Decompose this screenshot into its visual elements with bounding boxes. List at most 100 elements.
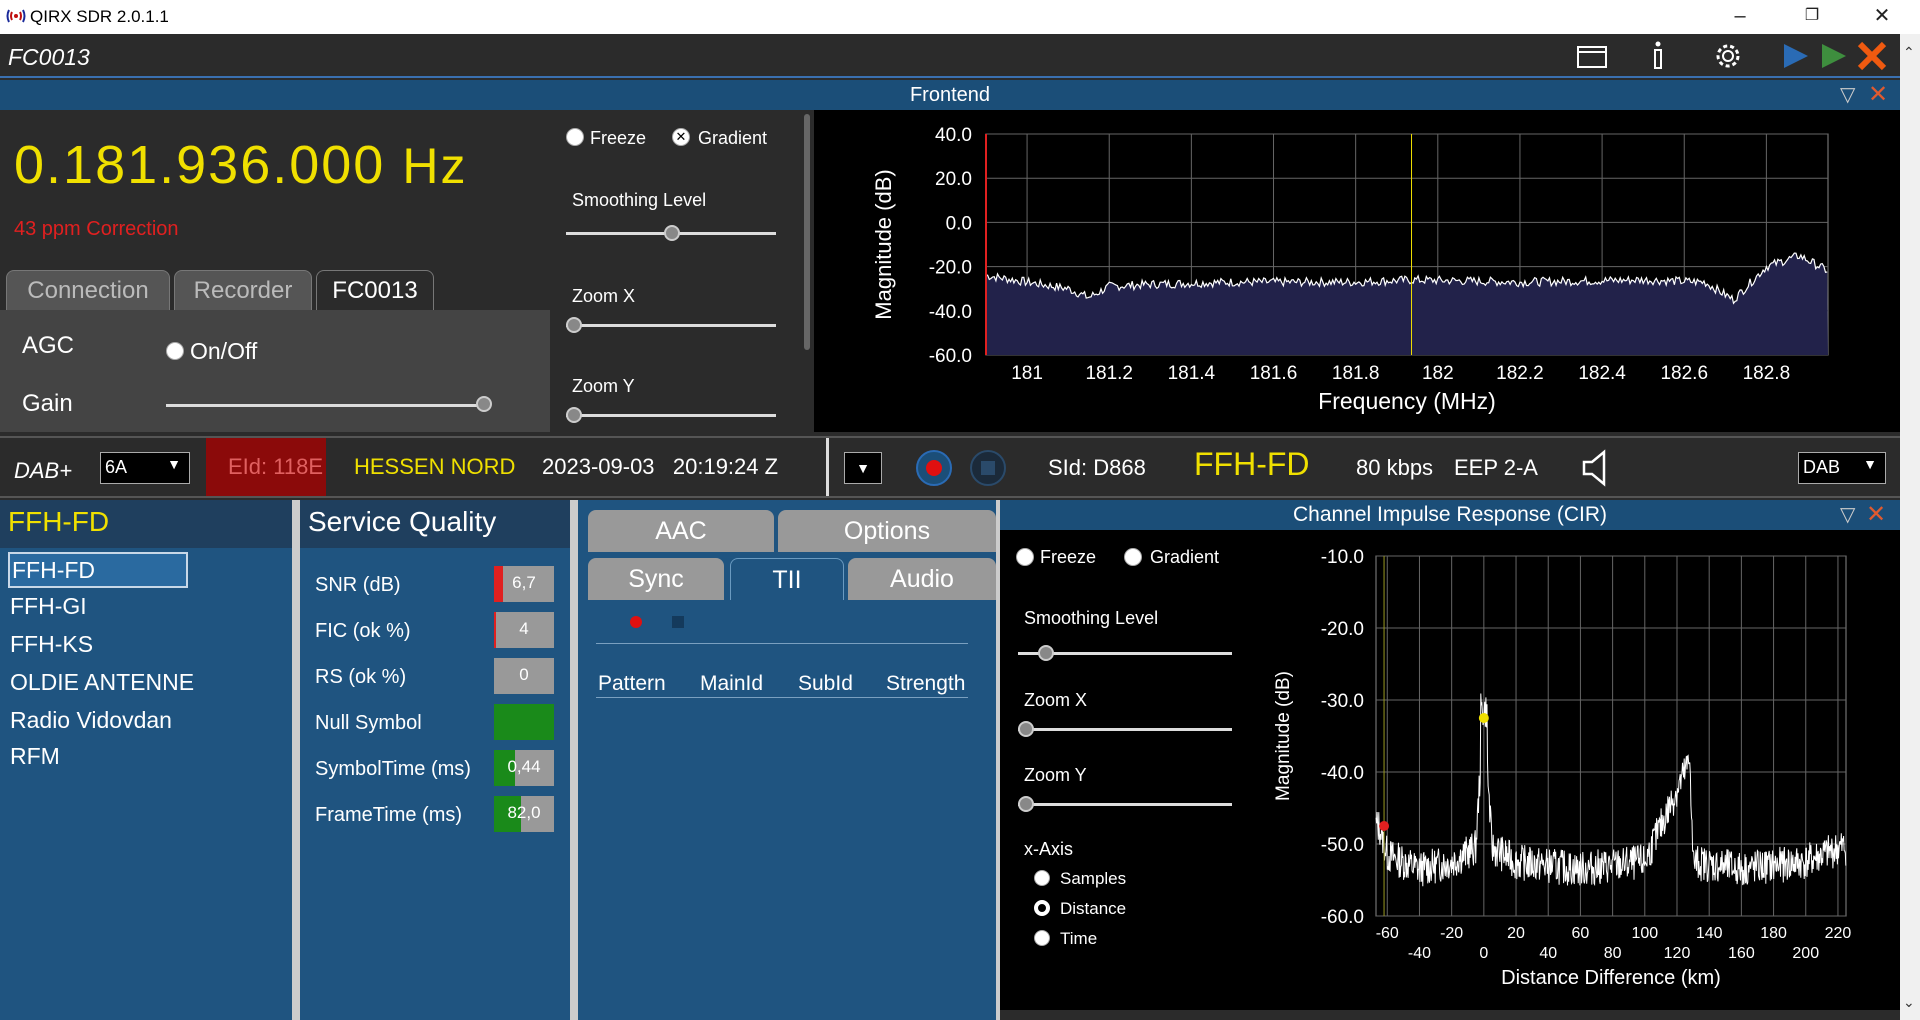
play-green-icon[interactable] xyxy=(1814,38,1854,74)
mode-select[interactable]: DAB ▼ xyxy=(1798,452,1886,484)
service-name: FFH-FD xyxy=(1194,446,1310,482)
stop-orange-icon[interactable] xyxy=(1852,38,1892,74)
minimize-icon[interactable]: – xyxy=(1710,0,1770,34)
tab-fc0013[interactable]: FC0013 xyxy=(316,270,434,310)
tab-connection[interactable]: Connection xyxy=(6,270,170,310)
splitter[interactable] xyxy=(292,500,300,1020)
freeze-radio[interactable] xyxy=(566,128,584,146)
cir-zoom-y-label: Zoom Y xyxy=(1024,765,1087,785)
scroll-up-icon[interactable]: ⌃ xyxy=(1903,44,1915,61)
service-item[interactable]: OLDIE ANTENNE xyxy=(8,666,288,702)
window-title: QIRX SDR 2.0.1.1 xyxy=(30,7,169,26)
window-layout-icon[interactable] xyxy=(1572,38,1612,74)
column-strength[interactable]: Strength xyxy=(886,672,965,696)
zoom-x-slider[interactable] xyxy=(566,324,776,327)
frequency-panel: 0.181.936.000 Hz 43 ppm Correction Conne… xyxy=(0,110,550,432)
service-item[interactable]: Radio Vidovdan xyxy=(8,704,288,740)
quality-value: 82,0 xyxy=(507,803,541,822)
gradient-checkbox[interactable]: ✕ xyxy=(672,128,690,146)
tab-sync[interactable]: Sync xyxy=(588,558,724,600)
frontend-title: Frontend xyxy=(909,84,991,106)
agc-onoff-label: On/Off xyxy=(190,338,258,364)
quality-value: 0 xyxy=(519,665,529,684)
collapse-icon[interactable]: ▽ xyxy=(1840,82,1855,107)
tab-recorder[interactable]: Recorder xyxy=(174,270,312,310)
cir-zoom-y-slider[interactable] xyxy=(1018,803,1232,806)
splitter[interactable] xyxy=(570,500,578,1020)
service-item[interactable]: RFM xyxy=(8,740,188,776)
y-axis-label: Magnitude (dB) xyxy=(1273,671,1294,801)
column-pattern[interactable]: Pattern xyxy=(598,672,666,696)
smoothing-slider-thumb[interactable] xyxy=(664,225,680,241)
tab-aac[interactable]: AAC xyxy=(588,510,774,552)
zoom-y-slider[interactable] xyxy=(566,414,776,417)
column-mainid[interactable]: MainId xyxy=(700,672,763,696)
x-tick-label: 100 xyxy=(1631,925,1658,942)
cir-zoom-x-slider[interactable] xyxy=(1018,728,1232,731)
vertical-scrollbar[interactable]: ⌃ ⌄ xyxy=(1900,34,1920,1020)
dropdown-button[interactable]: ▼ xyxy=(844,452,882,484)
tab-tii[interactable]: TII xyxy=(730,558,844,600)
frontend-header: Frontend ▽ ✕ xyxy=(0,80,1900,110)
tab-body: AGC On/Off Gain xyxy=(0,310,550,432)
distance-label: Distance xyxy=(1060,899,1127,918)
settings-gear-icon[interactable] xyxy=(1708,38,1748,74)
cir-header: Channel Impulse Response (CIR) ▽ ✕ xyxy=(1000,500,1900,530)
x-tick-label: 181.6 xyxy=(1250,363,1298,384)
gain-slider[interactable] xyxy=(166,404,486,407)
x-tick-label: 182 xyxy=(1422,363,1454,384)
tii-stop-icon[interactable] xyxy=(672,616,684,628)
y-tick-label: 20.0 xyxy=(935,169,972,190)
service-item[interactable]: FFH-GI xyxy=(8,590,188,626)
tii-record-icon[interactable] xyxy=(630,616,642,628)
play-blue-icon[interactable] xyxy=(1776,38,1816,74)
cir-zoom-y-slider-thumb[interactable] xyxy=(1018,796,1034,812)
column-subid[interactable]: SubId xyxy=(798,672,853,696)
close-window-icon[interactable]: ✕ xyxy=(1852,0,1912,34)
stop-button[interactable] xyxy=(970,450,1006,486)
frontend-controls: Freeze ✕ Gradient Smoothing Level Zoom X… xyxy=(552,110,814,432)
tab-audio[interactable]: Audio xyxy=(848,558,996,600)
time-radio[interactable] xyxy=(1034,930,1050,946)
collapse-icon[interactable]: ▽ xyxy=(1840,502,1855,527)
record-button[interactable] xyxy=(916,450,952,486)
channel-select[interactable]: 6A ▼ xyxy=(100,452,190,484)
service-list-panel: FFH-FD FFH-FD FFH-GI FFH-KS OLDIE ANTENN… xyxy=(0,500,292,1020)
zoom-x-slider-thumb[interactable] xyxy=(566,317,582,333)
dab-status-bar: DAB+ 6A ▼ EId: 118E HESSEN NORD 2023-09-… xyxy=(0,436,1900,498)
distance-radio[interactable] xyxy=(1034,900,1050,916)
cir-freeze-radio[interactable] xyxy=(1016,548,1034,566)
info-icon[interactable] xyxy=(1638,38,1678,74)
gain-slider-thumb[interactable] xyxy=(476,396,492,412)
cir-title: Channel Impulse Response (CIR) xyxy=(1293,503,1607,526)
cir-zoom-x-slider-thumb[interactable] xyxy=(1018,721,1034,737)
tab-options[interactable]: Options xyxy=(778,510,996,552)
quality-meter: 82,0 xyxy=(494,796,554,832)
y-tick-label: -40.0 xyxy=(1321,763,1364,784)
close-panel-icon[interactable]: ✕ xyxy=(1868,80,1888,109)
scroll-down-icon[interactable]: ⌄ xyxy=(1903,994,1915,1011)
quality-meter: 0 xyxy=(494,658,554,694)
speaker-icon[interactable] xyxy=(1580,448,1614,488)
freeze-label: Freeze xyxy=(590,128,647,148)
service-item[interactable]: FFH-KS xyxy=(8,628,188,664)
quality-meter: 4 xyxy=(494,612,554,648)
samples-radio[interactable] xyxy=(1034,870,1050,886)
datetime: 2023-09-03 20:19:24 Z xyxy=(542,454,779,479)
smoothing-label: Smoothing Level xyxy=(572,190,707,210)
stop-icon xyxy=(981,461,995,475)
service-quality-panel: Service Quality SNR (dB) 6,7 FIC (ok %) 4 RS… xyxy=(300,500,570,1020)
x-axis-label: x-Axis xyxy=(1024,839,1073,859)
x-tick-label: 180 xyxy=(1760,925,1787,942)
service-quality-header: Service Quality xyxy=(300,500,570,548)
cir-gradient-radio[interactable] xyxy=(1124,548,1142,566)
restore-icon[interactable]: ❐ xyxy=(1782,0,1842,34)
controls-scrollbar[interactable] xyxy=(804,114,810,350)
cir-smoothing-slider-thumb[interactable] xyxy=(1038,645,1054,661)
peak-marker xyxy=(1379,821,1390,831)
agc-toggle[interactable] xyxy=(166,342,184,360)
close-panel-icon[interactable]: ✕ xyxy=(1866,500,1886,529)
service-item[interactable]: FFH-FD xyxy=(8,552,188,588)
quality-label: FrameTime (ms) xyxy=(315,804,463,826)
zoom-y-slider-thumb[interactable] xyxy=(566,407,582,423)
